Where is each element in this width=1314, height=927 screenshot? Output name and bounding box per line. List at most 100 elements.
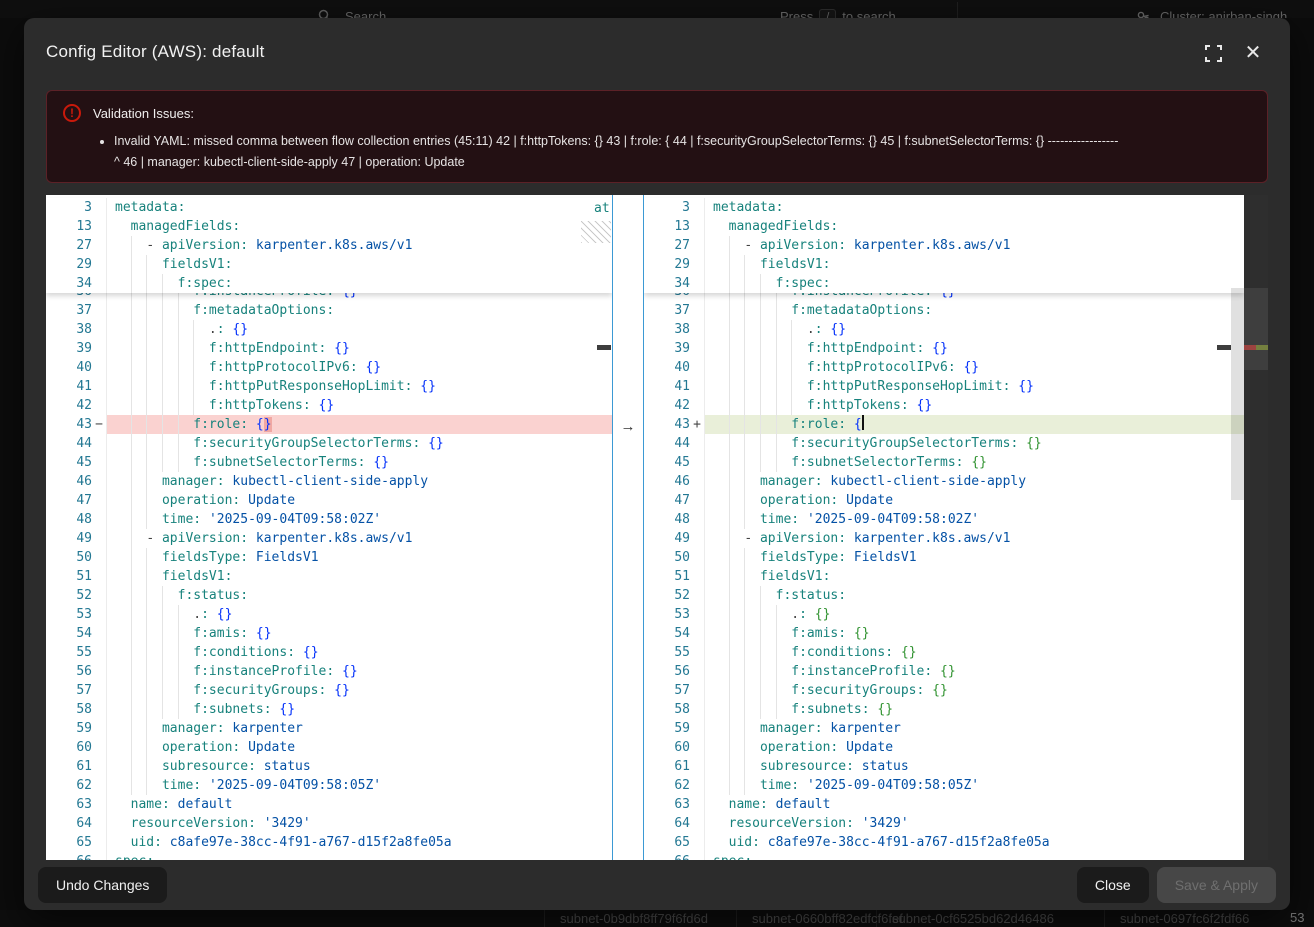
code-line[interactable]: 54 f:amis: {}	[46, 624, 612, 643]
code-line[interactable]: 56 f:instanceProfile: {}	[46, 662, 612, 681]
line-number: 44	[46, 434, 92, 453]
line-number: 38	[46, 320, 92, 339]
code-line[interactable]: 58 f:subnets: {}	[46, 700, 612, 719]
code-line[interactable]: 27 - apiVersion: karpenter.k8s.aws/v1	[46, 236, 612, 255]
diff-overview-ruler[interactable]	[1244, 195, 1268, 860]
right-scrollbar[interactable]	[1231, 288, 1244, 500]
code-line[interactable]: 38 .: {}	[644, 320, 1244, 339]
save-apply-button[interactable]: Save & Apply	[1157, 867, 1276, 903]
apply-change-arrow[interactable]: →	[613, 417, 643, 436]
code-line[interactable]: 43+ f:role: {	[644, 415, 1244, 434]
code-line[interactable]: 61 subresource: status	[46, 757, 612, 776]
code-line[interactable]: 44 f:securityGroupSelectorTerms: {}	[644, 434, 1244, 453]
code-line[interactable]: 46 manager: kubectl-client-side-apply	[46, 472, 612, 491]
code-line[interactable]: 3metadata:	[46, 198, 612, 217]
code-line[interactable]: 51 fieldsV1:	[644, 567, 1244, 586]
code-line[interactable]: 56 f:instanceProfile: {}	[644, 662, 1244, 681]
line-number: 37	[644, 301, 690, 320]
code-line[interactable]: 34 f:spec:	[644, 274, 1244, 293]
code-line[interactable]: 62 time: '2025-09-04T09:58:05Z'	[46, 776, 612, 795]
code-line[interactable]: 59 manager: karpenter	[644, 719, 1244, 738]
minimap[interactable]: at	[594, 201, 610, 217]
line-number: 56	[644, 662, 690, 681]
code-line[interactable]: 40 f:httpProtocolIPv6: {}	[644, 358, 1244, 377]
close-button[interactable]: ✕	[1242, 42, 1264, 64]
line-number: 65	[644, 833, 690, 852]
code-line[interactable]: 29 fieldsV1:	[644, 255, 1244, 274]
code-line[interactable]: 60 operation: Update	[46, 738, 612, 757]
code-line[interactable]: 52 f:status:	[46, 586, 612, 605]
code-line[interactable]: 65 uid: c8afe97e-38cc-4f91-a767-d15f2a8f…	[46, 833, 612, 852]
code-line[interactable]: 66spec:	[46, 852, 612, 860]
code-line[interactable]: 42 f:httpTokens: {}	[46, 396, 612, 415]
code-line[interactable]: 64 resourceVersion: '3429'	[46, 814, 612, 833]
close-modal-button[interactable]: Close	[1077, 867, 1149, 903]
code-line[interactable]: 62 time: '2025-09-04T09:58:05Z'	[644, 776, 1244, 795]
code-line[interactable]: 59 manager: karpenter	[46, 719, 612, 738]
validation-banner: ! Validation Issues: Invalid YAML: misse…	[46, 90, 1268, 183]
code-line[interactable]: 13 managedFields:	[46, 217, 612, 236]
code-line[interactable]: 66spec:	[644, 852, 1244, 860]
left-scrollbar-marker[interactable]	[597, 345, 611, 350]
code-line[interactable]: 39 f:httpEndpoint: {}	[46, 339, 612, 358]
code-line[interactable]: 54 f:amis: {}	[644, 624, 1244, 643]
code-line[interactable]: 42 f:httpTokens: {}	[644, 396, 1244, 415]
code-line[interactable]: 50 fieldsType: FieldsV1	[46, 548, 612, 567]
line-number: 43	[644, 415, 690, 434]
code-line[interactable]: 55 f:conditions: {}	[644, 643, 1244, 662]
modified-editor-pane[interactable]: 3metadata:13 managedFields:27 - apiVersi…	[644, 195, 1244, 860]
code-line[interactable]: 64 resourceVersion: '3429'	[644, 814, 1244, 833]
code-line[interactable]: 51 fieldsV1:	[46, 567, 612, 586]
code-line[interactable]: 45 f:subnetSelectorTerms: {}	[644, 453, 1244, 472]
code-line[interactable]: 49 - apiVersion: karpenter.k8s.aws/v1	[46, 529, 612, 548]
line-number: 62	[644, 776, 690, 795]
code-line[interactable]: 43− f:role: {}	[46, 415, 612, 434]
overview-slider[interactable]	[1244, 288, 1268, 370]
original-editor-pane[interactable]: at 3metadata:13 managedFields:27 - apiVe…	[46, 195, 612, 860]
code-line[interactable]: 55 f:conditions: {}	[46, 643, 612, 662]
code-line[interactable]: 57 f:securityGroups: {}	[46, 681, 612, 700]
code-line[interactable]: 48 time: '2025-09-04T09:58:02Z'	[46, 510, 612, 529]
code-line[interactable]: 36 f:instanceProfile: {}	[46, 293, 612, 301]
fullscreen-button[interactable]	[1202, 42, 1224, 64]
danger-icon: !	[63, 104, 81, 122]
code-line[interactable]: 39 f:httpEndpoint: {}	[644, 339, 1244, 358]
code-line[interactable]: 60 operation: Update	[644, 738, 1244, 757]
code-line[interactable]: 37 f:metadataOptions:	[644, 301, 1244, 320]
code-line[interactable]: 65 uid: c8afe97e-38cc-4f91-a767-d15f2a8f…	[644, 833, 1244, 852]
code-line[interactable]: 63 name: default	[46, 795, 612, 814]
line-number: 64	[46, 814, 92, 833]
code-line[interactable]: 13 managedFields:	[644, 217, 1244, 236]
code-line[interactable]: 46 manager: kubectl-client-side-apply	[644, 472, 1244, 491]
code-line[interactable]: 63 name: default	[644, 795, 1244, 814]
code-line[interactable]: 58 f:subnets: {}	[644, 700, 1244, 719]
code-line[interactable]: 41 f:httpPutResponseHopLimit: {}	[644, 377, 1244, 396]
code-line[interactable]: 38 .: {}	[46, 320, 612, 339]
code-line[interactable]: 34 f:spec:	[46, 274, 612, 293]
code-line[interactable]: 47 operation: Update	[644, 491, 1244, 510]
line-number: 54	[644, 624, 690, 643]
undo-changes-button[interactable]: Undo Changes	[38, 867, 167, 903]
code-line[interactable]: 52 f:status:	[644, 586, 1244, 605]
line-number: 55	[46, 643, 92, 662]
line-number: 66	[644, 852, 690, 860]
code-line[interactable]: 61 subresource: status	[644, 757, 1244, 776]
code-line[interactable]: 3metadata:	[644, 198, 1244, 217]
code-line[interactable]: 29 fieldsV1:	[46, 255, 612, 274]
code-line[interactable]: 41 f:httpPutResponseHopLimit: {}	[46, 377, 612, 396]
code-line[interactable]: 47 operation: Update	[46, 491, 612, 510]
code-line[interactable]: 57 f:securityGroups: {}	[644, 681, 1244, 700]
code-line[interactable]: 36 f:instanceProfile: {}	[644, 293, 1244, 301]
code-line[interactable]: 27 - apiVersion: karpenter.k8s.aws/v1	[644, 236, 1244, 255]
code-line[interactable]: 44 f:securityGroupSelectorTerms: {}	[46, 434, 612, 453]
code-line[interactable]: 50 fieldsType: FieldsV1	[644, 548, 1244, 567]
line-number: 63	[46, 795, 92, 814]
code-line[interactable]: 37 f:metadataOptions:	[46, 301, 612, 320]
code-line[interactable]: 53 .: {}	[644, 605, 1244, 624]
code-line[interactable]: 48 time: '2025-09-04T09:58:02Z'	[644, 510, 1244, 529]
config-editor-modal: Config Editor (AWS): default ✕ ! Validat…	[24, 18, 1290, 910]
code-line[interactable]: 49 - apiVersion: karpenter.k8s.aws/v1	[644, 529, 1244, 548]
code-line[interactable]: 45 f:subnetSelectorTerms: {}	[46, 453, 612, 472]
code-line[interactable]: 53 .: {}	[46, 605, 612, 624]
code-line[interactable]: 40 f:httpProtocolIPv6: {}	[46, 358, 612, 377]
